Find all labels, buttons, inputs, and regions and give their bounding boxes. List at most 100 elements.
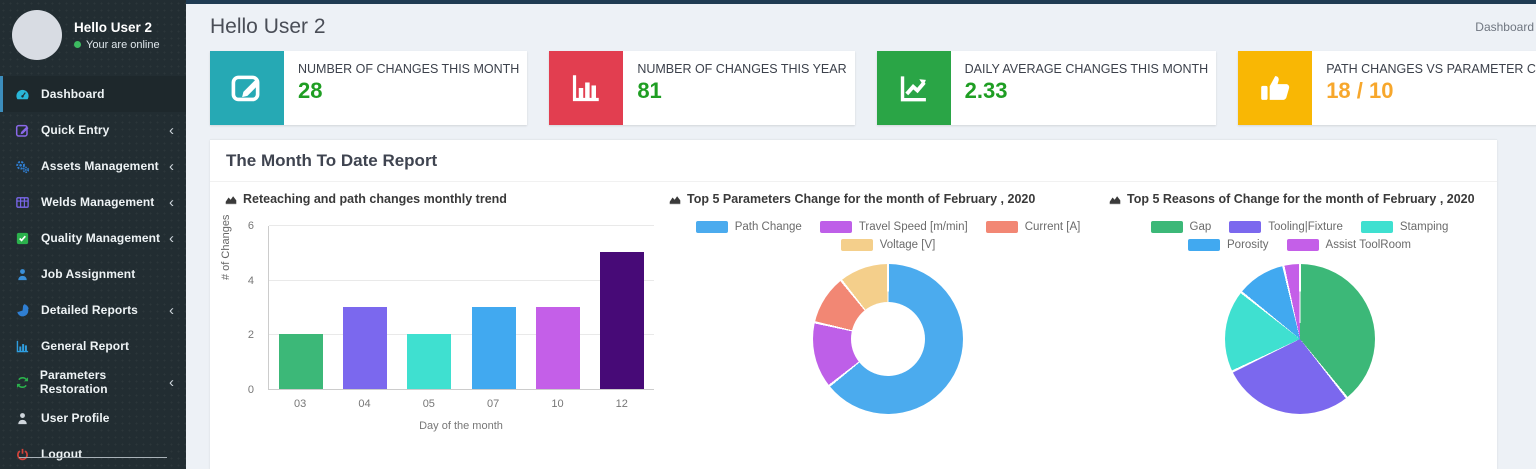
stat-card-body: PATH CHANGES VS PARAMETER CHANGES 18 / 10	[1312, 51, 1536, 125]
sidebar-item-general-report[interactable]: General Report	[0, 328, 186, 364]
sidebar-item-logout[interactable]: Logout	[0, 436, 186, 469]
y-tick-label: 4	[247, 274, 254, 287]
table-icon	[15, 195, 33, 210]
bar[interactable]	[407, 334, 452, 389]
pencil-square-icon	[15, 123, 33, 138]
breadcrumb[interactable]: Dashboard	[1475, 15, 1534, 34]
x-tick-label: 05	[422, 398, 435, 410]
sidebar-item-label: Logout	[41, 447, 83, 461]
legend-label: Porosity	[1227, 239, 1269, 251]
stat-cards-row: NUMBER OF CHANGES THIS MONTH 28 NUMBER OF …	[210, 51, 1536, 125]
bar-chart-icon	[549, 51, 624, 125]
sidebar-item-label: General Report	[41, 339, 130, 353]
bar[interactable]	[599, 252, 644, 389]
legend-item[interactable]: Assist ToolRoom	[1286, 239, 1411, 251]
online-status-icon	[74, 41, 81, 48]
sidebar: Hello User 2 Your are online Dashboard Qu…	[0, 0, 186, 469]
chevron-left-icon: ‹	[169, 229, 174, 247]
refresh-icon	[15, 375, 32, 390]
sidebar-item-label: Detailed Reports	[41, 303, 138, 317]
pie-chart[interactable]	[1224, 264, 1375, 414]
sidebar-item-job-assignment[interactable]: Job Assignment	[0, 256, 186, 292]
legend-swatch	[1286, 239, 1319, 251]
legend-item[interactable]: Stamping	[1360, 221, 1449, 233]
legend-item[interactable]: Tooling|Fixture	[1229, 221, 1343, 233]
sidebar-item-label: User Profile	[41, 411, 110, 425]
x-tick-labels: 03 04 05 07 10 12	[268, 398, 654, 410]
pie-chart-title: Top 5 Reasons of Change for the month of…	[1108, 192, 1491, 206]
sidebar-divider	[18, 457, 168, 458]
sidebar-item-label: Parameters Restoration	[39, 368, 108, 396]
legend-item[interactable]: Current [A]	[985, 221, 1081, 233]
month-to-date-panel: The Month To Date Report Reteaching and …	[210, 139, 1497, 469]
sidebar-item-dashboard[interactable]: Dashboard	[0, 76, 186, 112]
stat-card: DAILY AVERAGE CHANGES THIS MONTH 2.33	[876, 51, 1217, 125]
stat-card-value: 28	[298, 78, 323, 103]
trend-up-icon	[876, 51, 951, 125]
sidebar-item-quick-entry[interactable]: Quick Entry ‹	[0, 112, 186, 148]
sidebar-item-parameters-restoration[interactable]: Parameters Restoration ‹	[0, 364, 186, 400]
bar-slot	[462, 226, 526, 389]
x-tick-label: 03	[294, 398, 307, 410]
sidebar-item-label: Assets Management	[41, 159, 159, 173]
legend-label: Tooling|Fixture	[1268, 221, 1343, 233]
user-status-label: Your are online	[86, 38, 160, 51]
sidebar-item-quality-management[interactable]: Quality Management ‹	[0, 220, 186, 256]
y-tick-label: 2	[247, 329, 254, 342]
bar-chart-title: Reteaching and path changes monthly tren…	[224, 192, 668, 206]
legend-item[interactable]: Gap	[1150, 221, 1212, 233]
legend-swatch	[840, 239, 873, 251]
bar[interactable]	[535, 307, 580, 389]
x-tick-label: 10	[551, 398, 564, 410]
y-ticks: 0 2 4 6	[224, 220, 262, 396]
avatar[interactable]	[12, 10, 62, 60]
user-status: Your are online	[74, 39, 160, 51]
sidebar-item-assets-management[interactable]: Assets Management ‹	[0, 148, 186, 184]
stat-card-label: DAILY AVERAGE CHANGES THIS MONTH	[964, 62, 1209, 76]
charts-row: Reteaching and path changes monthly tren…	[210, 182, 1497, 469]
stat-card-body: NUMBER OF CHANGES THIS YEAR 81	[623, 51, 854, 125]
bar[interactable]	[471, 307, 516, 389]
sidebar-menu: Dashboard Quick Entry ‹ Assets Management ‹ W…	[0, 76, 186, 469]
legend-item[interactable]: Porosity	[1188, 239, 1269, 251]
chevron-left-icon: ‹	[169, 157, 174, 175]
legend-label: Current [A]	[1024, 221, 1081, 233]
legend-item[interactable]: Path Change	[695, 221, 802, 233]
bar-chart-icon	[15, 339, 33, 354]
x-tick-label: 04	[358, 398, 371, 410]
legend-label: Gap	[1189, 221, 1212, 233]
stat-card-value: 18 / 10	[1326, 78, 1394, 103]
stat-card-label: NUMBER OF CHANGES THIS MONTH	[298, 62, 520, 76]
x-tick-label: 12	[615, 398, 628, 410]
area-chart-icon	[1109, 195, 1121, 204]
stat-card: PATH CHANGES VS PARAMETER CHANGES 18 / 10	[1238, 51, 1536, 125]
chevron-left-icon: ‹	[169, 373, 174, 391]
sidebar-item-user-profile[interactable]: User Profile	[0, 400, 186, 436]
bar-slot	[590, 226, 654, 389]
legend-swatch	[819, 221, 852, 233]
tachometer-icon	[15, 87, 33, 102]
y-tick-label: 6	[247, 220, 254, 232]
bar-plot[interactable]	[268, 225, 654, 390]
legend-item[interactable]: Voltage [V]	[840, 239, 935, 251]
stat-card-value: 2.33	[964, 78, 1008, 103]
legend-swatch	[695, 221, 728, 233]
stat-card-value: 81	[637, 78, 662, 103]
y-tick-label: 0	[247, 384, 254, 396]
bar[interactable]	[279, 334, 324, 389]
legend-item[interactable]: Travel Speed [m/min]	[819, 221, 968, 233]
chevron-left-icon: ‹	[169, 193, 174, 211]
legend-label: Stamping	[1399, 221, 1449, 233]
sidebar-item-detailed-reports[interactable]: Detailed Reports ‹	[0, 292, 186, 328]
donut-chart-section: Top 5 Parameters Change for the month of…	[668, 192, 1108, 469]
stat-card-label: PATH CHANGES VS PARAMETER CHANGES	[1326, 62, 1536, 76]
pie-legend: Gap Tooling|Fixture Stamping Porosity Assist…	[1108, 218, 1491, 254]
bar[interactable]	[343, 307, 388, 389]
sidebar-item-welds-management[interactable]: Welds Management ‹	[0, 184, 186, 220]
bar-chart[interactable]: # of Changes 0246 03 04 05 07 10 12 Day of th…	[220, 215, 668, 454]
check-square-icon	[15, 231, 33, 246]
legend-swatch	[985, 221, 1018, 233]
user-panel: Hello User 2 Your are online	[0, 0, 186, 72]
donut-chart[interactable]	[813, 264, 963, 414]
sidebar-item-label: Job Assignment	[41, 267, 136, 281]
